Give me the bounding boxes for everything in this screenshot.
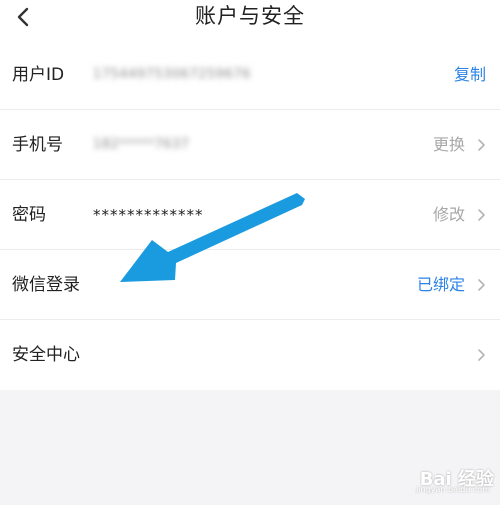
chevron-right-icon: [478, 279, 485, 291]
user-id-value: 175449753067259676: [93, 67, 251, 82]
row-label: 密码: [12, 205, 46, 225]
row-security-center[interactable]: 安全中心: [0, 320, 500, 390]
baidu-jingyan-watermark: Bai 经验 jingyan.baidu.com: [416, 465, 494, 494]
row-label: 手机号: [12, 135, 63, 155]
password-value: *************: [93, 206, 204, 224]
chevron-right-icon: [478, 139, 485, 151]
wechat-bound-status[interactable]: 已绑定: [417, 250, 465, 320]
chevron-right-icon: [478, 209, 485, 221]
row-label: 安全中心: [12, 345, 80, 365]
watermark-sub: jingyan.baidu.com: [416, 485, 490, 494]
row-password[interactable]: 密码 ************* 修改: [0, 180, 500, 250]
change-password-button[interactable]: 修改: [433, 180, 465, 250]
row-label: 用户ID: [12, 65, 65, 85]
row-wechat-login[interactable]: 微信登录 已绑定: [0, 250, 500, 320]
row-label: 微信登录: [12, 275, 80, 295]
row-phone[interactable]: 手机号 182*****7637 更换: [0, 110, 500, 180]
page-title: 账户与安全: [195, 4, 305, 28]
change-phone-button[interactable]: 更换: [433, 110, 465, 180]
phone-value: 182*****7637: [93, 137, 190, 152]
copy-button[interactable]: 复制: [454, 40, 486, 110]
chevron-right-icon: [478, 349, 485, 361]
row-user-id: 用户ID 175449753067259676 复制: [0, 40, 500, 110]
settings-list: 用户ID 175449753067259676 复制 手机号 182*****7…: [0, 40, 500, 390]
top-bar: 账户与安全: [0, 0, 500, 40]
